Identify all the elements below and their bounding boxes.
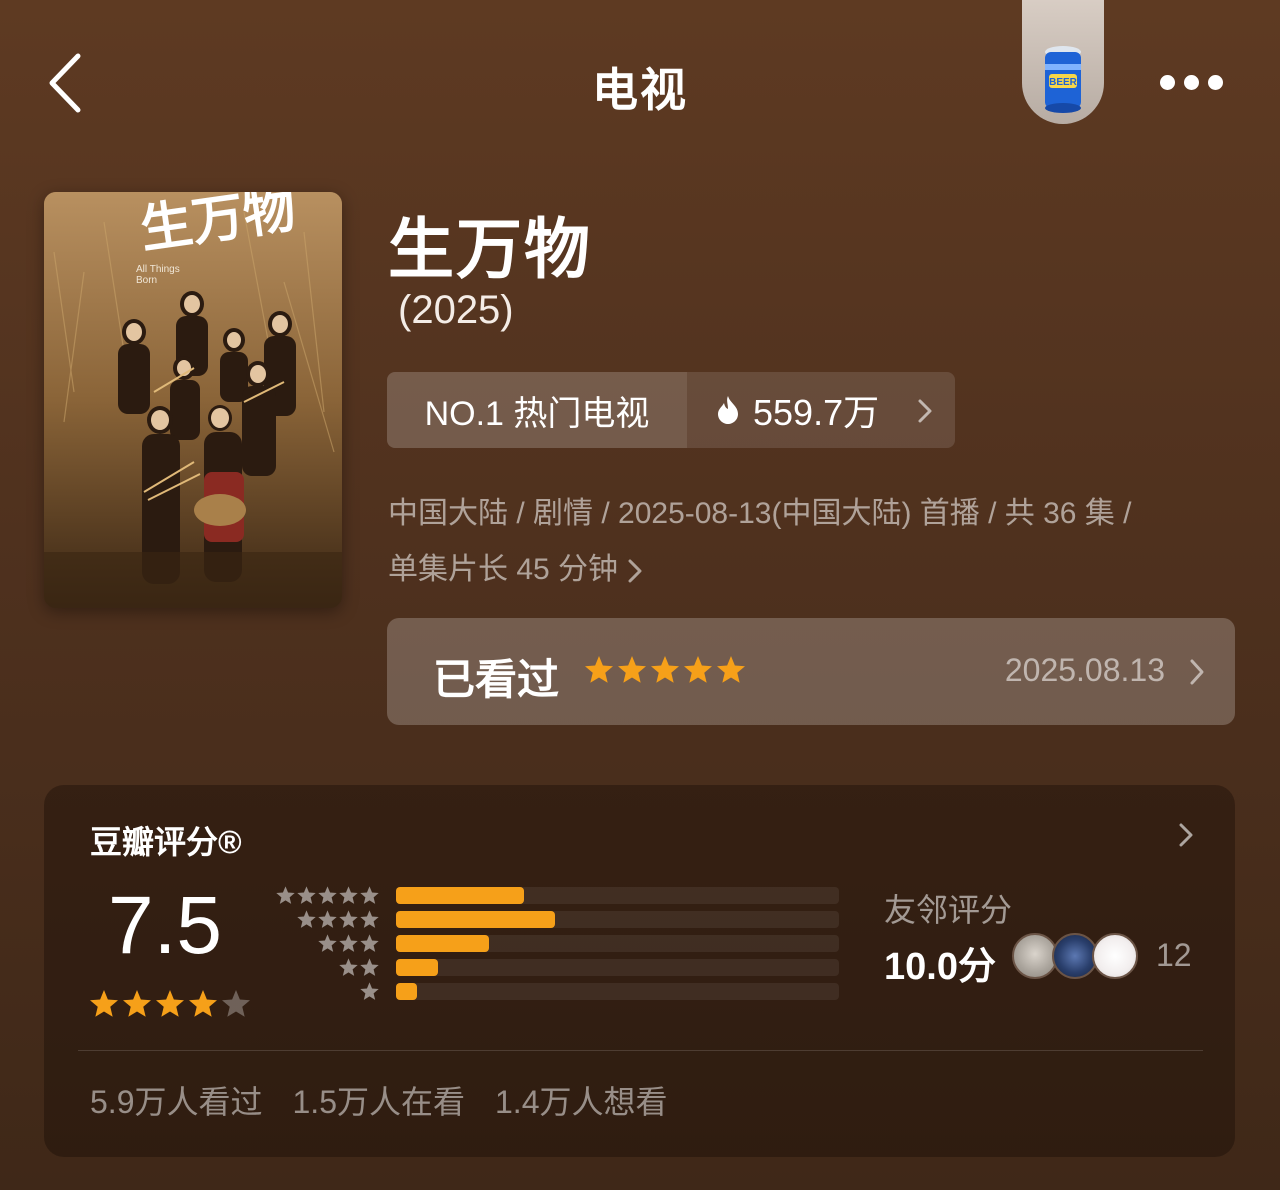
row-stars xyxy=(359,981,380,1003)
star-icon xyxy=(297,886,316,904)
chevron-right-icon xyxy=(1190,659,1204,685)
distribution-row xyxy=(274,909,844,933)
star-icon xyxy=(360,934,379,952)
poster-image[interactable]: 生万物 All Things Born xyxy=(44,192,342,608)
distribution-track xyxy=(396,983,839,1000)
distribution-track xyxy=(396,959,839,976)
distribution-bar xyxy=(396,959,439,976)
rating-score: 7.5 xyxy=(108,880,222,971)
star-icon xyxy=(360,910,379,928)
watched-count: 5.9万人看过 xyxy=(90,1084,263,1120)
beer-badge[interactable]: BEER xyxy=(1022,0,1104,124)
friends-rating-score: 10.0分 xyxy=(884,946,996,988)
distribution-track xyxy=(396,911,839,928)
star-icon xyxy=(339,958,358,976)
star-icon xyxy=(90,990,118,1017)
chevron-right-icon xyxy=(918,399,932,423)
distribution-bar xyxy=(396,935,490,952)
distribution-row xyxy=(274,957,844,981)
douban-rating-card[interactable]: 豆瓣评分® 7.5 友邻评分 10.0分 12 5.9万人看过 1.5万人在看 … xyxy=(44,785,1235,1157)
row-stars xyxy=(296,909,380,931)
show-meta[interactable]: 中国大陆 / 剧情 / 2025-08-13(中国大陆) 首播 / 共 36 集… xyxy=(388,486,1248,598)
star-icon xyxy=(189,990,217,1017)
star-icon xyxy=(318,934,337,952)
watched-status-card[interactable]: 已看过 2025.08.13 xyxy=(387,618,1235,725)
star-icon xyxy=(339,934,358,952)
heat-indicator[interactable]: 559.7万 xyxy=(687,372,955,448)
star-icon xyxy=(339,886,358,904)
poster-illustration xyxy=(44,192,342,608)
row-stars xyxy=(338,957,380,979)
distribution-bar xyxy=(396,983,418,1000)
row-stars xyxy=(275,885,380,907)
distribution-row xyxy=(274,981,844,1005)
watched-date: 2025.08.13 xyxy=(1004,652,1165,688)
star-icon xyxy=(717,656,745,683)
star-icon xyxy=(585,656,613,683)
meta-line-1: 中国大陆 / 剧情 / 2025-08-13(中国大陆) 首播 / 共 36 集… xyxy=(388,497,1132,530)
star-icon xyxy=(123,990,151,1017)
watching-count: 1.5万人在看 xyxy=(292,1084,466,1120)
distribution-track xyxy=(396,935,839,952)
chevron-right-icon xyxy=(628,559,642,583)
watched-label: 已看过 xyxy=(433,656,560,703)
audience-stats: 5.9万人看过 1.5万人在看 1.4万人想看 xyxy=(90,1077,668,1123)
star-icon xyxy=(618,656,646,683)
avatar xyxy=(1092,933,1138,979)
heat-value: 559.7万 xyxy=(753,392,880,433)
distribution-row xyxy=(274,885,844,909)
rank-badge[interactable]: NO.1 热门电视 559.7万 xyxy=(387,372,955,448)
score-stars xyxy=(88,988,252,1020)
distribution-bar xyxy=(396,887,525,904)
star-icon xyxy=(297,910,316,928)
star-icon xyxy=(684,656,712,683)
star-icon xyxy=(156,990,184,1017)
star-icon xyxy=(651,656,679,683)
star-icon xyxy=(318,886,337,904)
distribution-bar xyxy=(396,911,556,928)
friends-count: 12 xyxy=(1156,937,1192,973)
distribution-row xyxy=(274,933,844,957)
meta-line-2: 单集片长 45 分钟 xyxy=(388,542,1248,598)
star-icon xyxy=(360,958,379,976)
beer-can-icon: BEER xyxy=(1045,46,1081,113)
star-icon xyxy=(360,982,379,1000)
poster-english-title: All Things Born xyxy=(136,264,180,286)
star-icon xyxy=(276,886,295,904)
user-rating-stars xyxy=(583,654,747,686)
show-year: (2025) xyxy=(398,288,514,332)
divider xyxy=(78,1050,1203,1051)
rating-distribution xyxy=(274,885,844,1005)
star-icon xyxy=(360,886,379,904)
star-icon xyxy=(222,990,250,1017)
row-stars xyxy=(317,933,380,955)
chevron-right-icon[interactable] xyxy=(1179,823,1193,847)
flame-icon xyxy=(718,396,738,424)
show-title: 生万物 xyxy=(388,212,592,286)
rank-label: NO.1 热门电视 xyxy=(387,372,687,448)
more-dots-icon xyxy=(1160,75,1175,90)
more-button[interactable] xyxy=(1156,68,1226,98)
distribution-track xyxy=(396,887,839,904)
friends-rating-label: 友邻评分 xyxy=(884,892,1013,928)
star-icon xyxy=(318,910,337,928)
star-icon xyxy=(339,910,358,928)
want-count: 1.4万人想看 xyxy=(495,1084,668,1120)
rating-title: 豆瓣评分® xyxy=(90,824,242,860)
friend-avatars[interactable] xyxy=(1012,933,1138,979)
svg-text:BEER: BEER xyxy=(1049,77,1078,88)
